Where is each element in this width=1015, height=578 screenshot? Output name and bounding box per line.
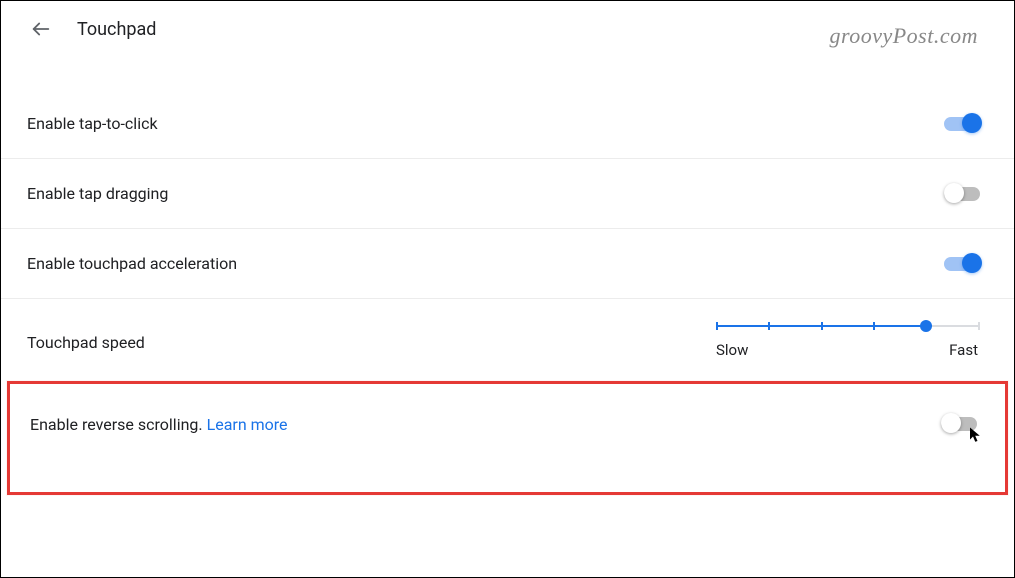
label-tap-dragging: Enable tap dragging — [27, 184, 168, 203]
page-title: Touchpad — [77, 19, 156, 40]
label-touchpad-speed: Touchpad speed — [27, 333, 145, 352]
row-tap-to-click: Enable tap-to-click — [1, 89, 1014, 159]
row-touchpad-speed: Touchpad speed Slow Fast — [1, 299, 1014, 359]
watermark-text: groovyPost.com — [829, 23, 978, 49]
back-arrow-icon[interactable] — [29, 17, 53, 41]
row-reverse-scrolling-highlight: Enable reverse scrolling. Learn more — [7, 381, 1008, 495]
row-tap-dragging: Enable tap dragging — [1, 159, 1014, 229]
toggle-tap-dragging[interactable] — [944, 182, 984, 206]
slider-max-label: Fast — [949, 341, 978, 359]
touchpad-speed-slider[interactable]: Slow Fast — [716, 325, 984, 359]
learn-more-link[interactable]: Learn more — [207, 415, 288, 434]
settings-list: Enable tap-to-click Enable tap dragging … — [1, 49, 1014, 495]
label-tap-to-click: Enable tap-to-click — [27, 114, 158, 133]
slider-min-label: Slow — [716, 341, 748, 359]
label-reverse-scrolling: Enable reverse scrolling. Learn more — [30, 415, 288, 434]
row-acceleration: Enable touchpad acceleration — [1, 229, 1014, 299]
cursor-pointer-icon — [967, 426, 987, 446]
toggle-tap-to-click[interactable] — [944, 112, 984, 136]
toggle-acceleration[interactable] — [944, 252, 984, 276]
label-reverse-scrolling-text: Enable reverse scrolling. — [30, 415, 207, 434]
label-acceleration: Enable touchpad acceleration — [27, 254, 237, 273]
